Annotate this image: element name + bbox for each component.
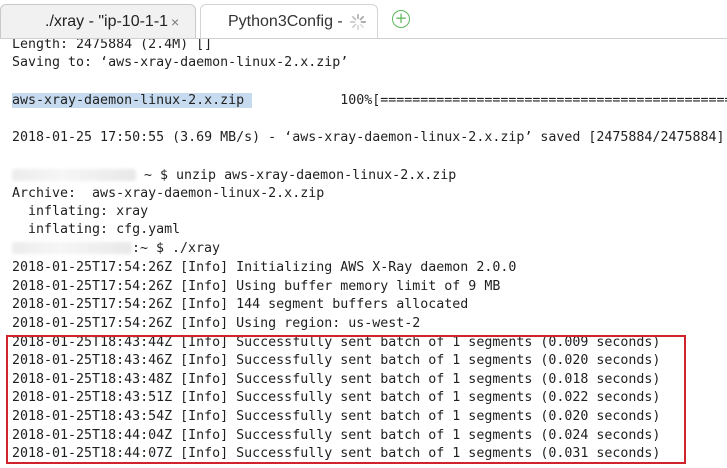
log-line: 2018-01-25T18:43:54Z [Info] Successfully… (12, 409, 661, 424)
terminal-line: Length: 2475884 (2.4M) [] (12, 38, 213, 52)
log-line: 2018-01-25T17:54:26Z [Info] Using buffer… (12, 279, 501, 294)
log-line: 2018-01-25T18:44:04Z [Info] Successfully… (12, 428, 661, 443)
log-line: 2018-01-25T18:43:46Z [Info] Successfully… (12, 353, 661, 368)
terminal-line: inflating: cfg.yaml (12, 222, 181, 237)
terminal-line: Archive: aws-xray-daemon-linux-2.x.zip (12, 186, 325, 201)
download-progress-line: aws-xray-daemon-linux-2.x.zip 100%[=====… (12, 92, 727, 110)
command-text: :~ $ ./xray (132, 241, 221, 256)
redacted-hostname (12, 169, 136, 181)
log-line: 2018-01-25T17:54:26Z [Info] Using region… (12, 316, 421, 331)
log-line: 2018-01-25T18:43:48Z [Info] Successfully… (12, 372, 661, 387)
prompt-line: ~ $ unzip aws-xray-daemon-linux-2.x.zip (12, 167, 456, 185)
new-tab-plus-icon[interactable]: + (392, 10, 410, 28)
terminal-line: 2018-01-25 17:50:55 (3.69 MB/s) - ‘aws-x… (12, 130, 725, 145)
terminal-line: Saving to: ‘aws-xray-daemon-linux-2.x.zi… (12, 55, 349, 70)
tab-label: ./xray - "ip-10-1-1 (45, 12, 169, 30)
tab-bar: ./xray - "ip-10-1-1 × Python3Config - + (0, 0, 727, 40)
close-icon[interactable]: × (171, 14, 179, 30)
terminal-line: inflating: xray (12, 204, 149, 219)
prompt-line: :~ $ ./xray (12, 240, 220, 258)
tab-label: Python3Config - (228, 12, 343, 30)
terminal-output[interactable]: Length: 2475884 (2.4M) [] Saving to: ‘aw… (0, 38, 727, 468)
loading-spinner-icon (349, 13, 366, 30)
log-line: 2018-01-25T17:54:26Z [Info] 144 segment … (12, 297, 469, 312)
command-text: ~ $ unzip aws-xray-daemon-linux-2.x.zip (144, 168, 457, 183)
log-line: 2018-01-25T17:54:26Z [Info] Initializing… (12, 260, 517, 275)
tab-xray[interactable]: ./xray - "ip-10-1-1 × (0, 4, 196, 38)
redacted-hostname (12, 242, 132, 254)
log-line: 2018-01-25T18:43:44Z [Info] Successfully… (12, 335, 661, 350)
selected-filename: aws-xray-daemon-linux-2.x.zip (12, 93, 253, 108)
progress-bar-text: 100%[===================================… (340, 93, 727, 108)
log-line: 2018-01-25T18:43:51Z [Info] Successfully… (12, 390, 661, 405)
tab-python3config[interactable]: Python3Config - (200, 4, 378, 38)
log-line: 2018-01-25T18:44:07Z [Info] Successfully… (12, 446, 661, 461)
